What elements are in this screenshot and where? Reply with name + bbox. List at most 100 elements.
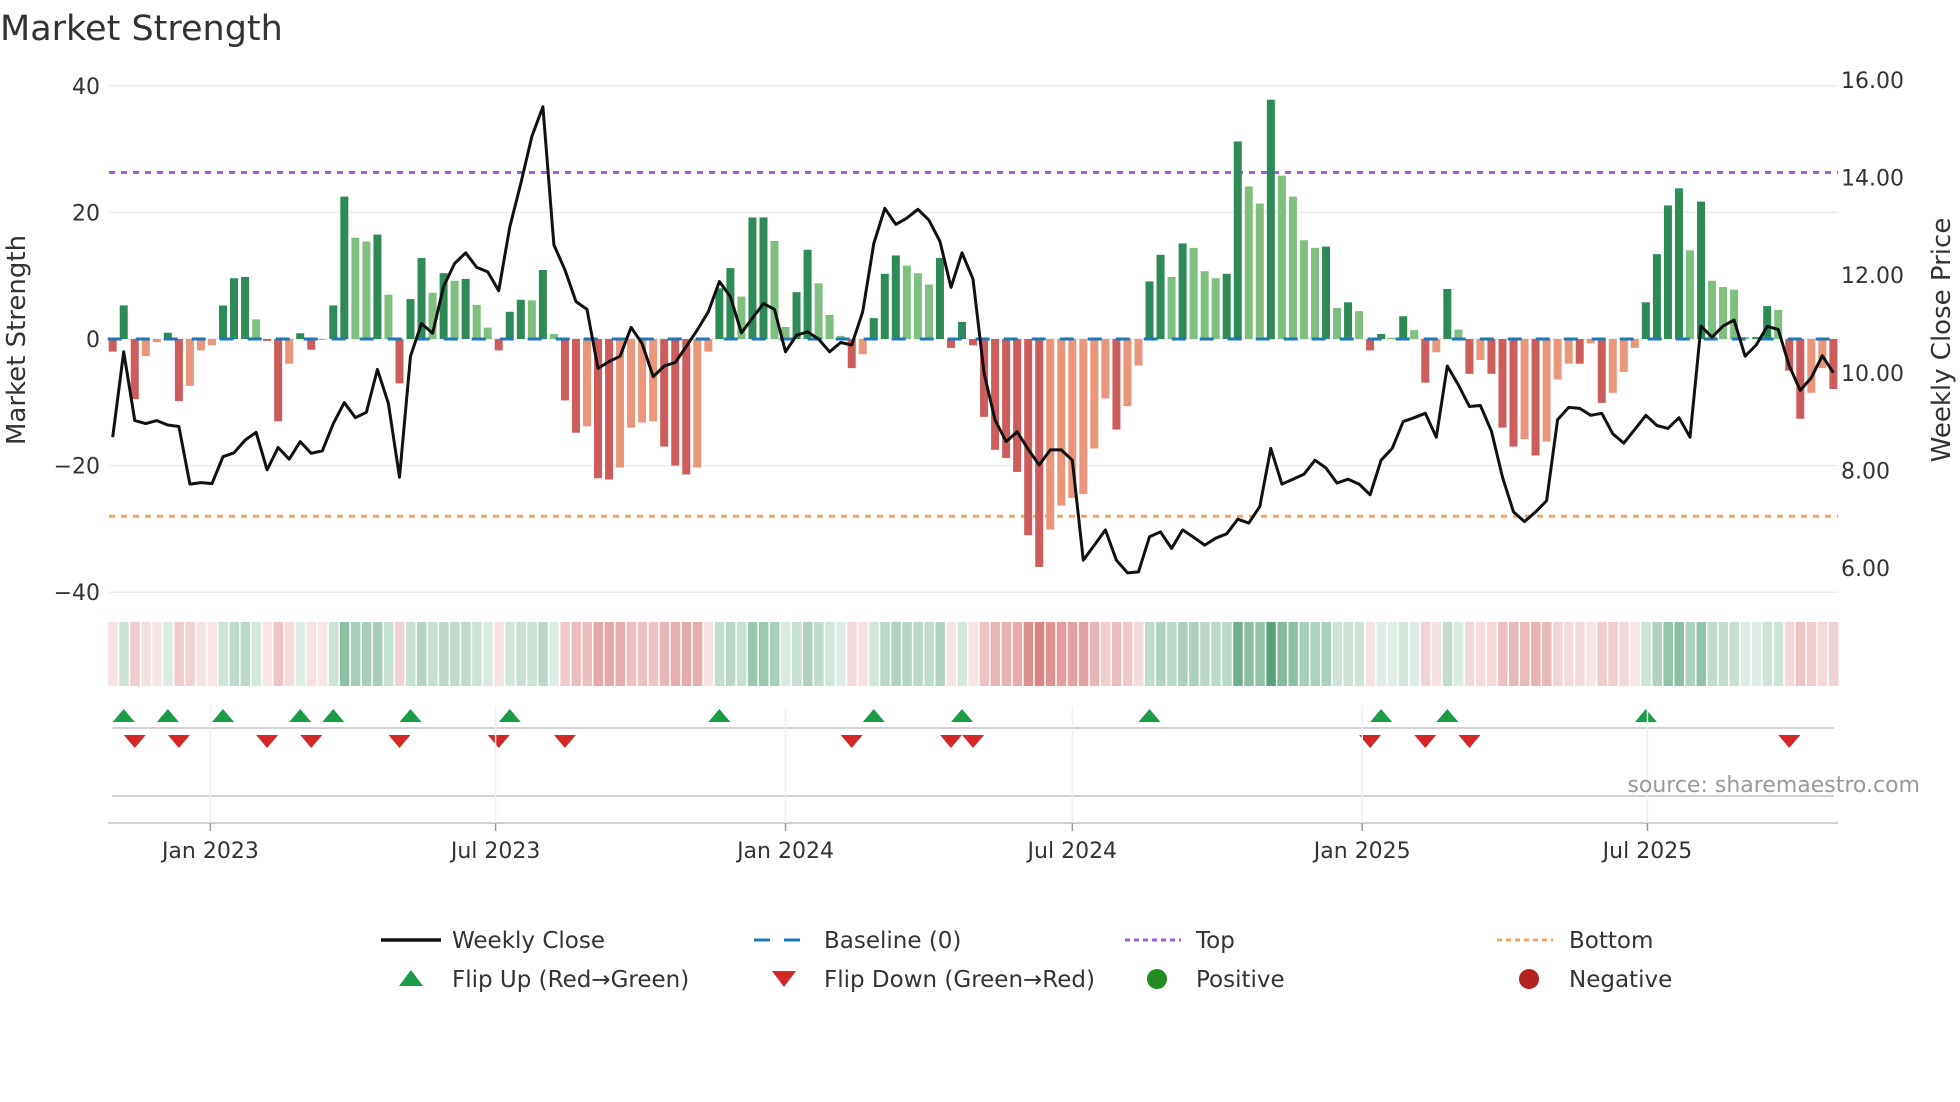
strength-bar	[1388, 337, 1397, 339]
heat-cell	[1707, 622, 1718, 686]
heat-cell	[1762, 622, 1773, 686]
heat-cell	[505, 622, 515, 686]
strength-bar	[825, 314, 834, 339]
strength-bar	[230, 278, 239, 339]
heat-cell	[1332, 622, 1343, 686]
heat-cell	[262, 622, 273, 686]
strength-bar	[1134, 339, 1143, 366]
heat-cell	[1122, 622, 1133, 686]
flip-down-marker	[939, 735, 962, 748]
heat-cell	[1156, 622, 1166, 686]
heat-cell	[1542, 622, 1552, 686]
strength-bar	[1719, 287, 1728, 339]
legend-label-baseline: Baseline (0)	[824, 928, 961, 954]
heat-cell	[1299, 622, 1309, 686]
heat-cell	[361, 622, 372, 686]
heat-cell	[637, 622, 648, 686]
flip-down-marker	[553, 735, 576, 748]
strength-bar	[1641, 302, 1650, 339]
heat-cell	[406, 622, 416, 686]
legend-label-top: Top	[1195, 928, 1235, 954]
strength-bar	[1046, 339, 1055, 530]
heat-cell	[163, 622, 173, 686]
heat-cell	[1255, 622, 1265, 686]
heat-cell	[924, 622, 934, 686]
strength-bar	[351, 237, 360, 339]
strength-bar	[1090, 339, 1099, 449]
strength-bar	[693, 339, 702, 468]
heat-cell	[1222, 622, 1232, 686]
heat-cell	[1520, 622, 1530, 686]
heat-cell	[1431, 622, 1442, 686]
flip-up-icon	[399, 970, 423, 986]
strength-bar	[1079, 339, 1088, 495]
legend-label-flip-up: Flip Up (Red→Green)	[452, 967, 689, 993]
strength-bar	[1509, 339, 1518, 447]
heat-cell	[770, 622, 780, 686]
strength-bar	[858, 339, 867, 355]
heat-cell	[847, 622, 857, 686]
heat-cell	[372, 622, 383, 686]
heat-cell	[527, 622, 537, 686]
strength-bar	[1476, 339, 1485, 360]
x-tick-label: Jul 2023	[449, 839, 541, 864]
strength-bar	[1697, 201, 1706, 339]
heat-cell	[1012, 622, 1023, 686]
heat-cell	[1387, 622, 1398, 686]
heat-cell	[1200, 622, 1210, 686]
heat-cell	[990, 622, 1001, 686]
flip-down-marker	[1414, 735, 1437, 748]
y2-tick-label: 14.00	[1841, 167, 1904, 192]
strength-bar	[119, 305, 128, 339]
strength-bar	[1443, 288, 1452, 339]
heat-cell	[1354, 622, 1365, 686]
strength-bar	[627, 339, 636, 428]
heat-cell	[439, 622, 449, 686]
heat-cell	[736, 622, 747, 686]
heat-cell	[803, 622, 813, 686]
heat-cell	[516, 622, 526, 686]
strength-bar	[759, 217, 768, 339]
strength-bar	[560, 339, 569, 401]
strength-bar	[152, 339, 161, 343]
heat-cell	[1597, 622, 1607, 686]
heat-cell	[913, 622, 923, 686]
x-axis: Jan 2023 Jul 2023 Jan 2024 Jul 2024 Jan 2025…	[108, 707, 1838, 864]
heat-cell	[1365, 622, 1376, 686]
heat-cell	[229, 622, 240, 686]
y2-tick-label: 10.00	[1841, 362, 1904, 387]
flip-up-marker	[708, 709, 731, 722]
heat-cell	[1343, 622, 1354, 686]
strength-bar	[185, 339, 194, 386]
strength-bar	[1553, 339, 1562, 380]
strength-bar	[1112, 339, 1121, 430]
strength-bar	[924, 284, 933, 339]
y2-tick-label: 8.00	[1841, 459, 1890, 484]
heat-cell	[979, 622, 990, 686]
strength-bar	[715, 288, 724, 339]
y-tick-label: −40	[54, 581, 100, 606]
heat-cell	[1189, 622, 1199, 686]
strength-bars	[107, 99, 1839, 567]
strength-bar	[130, 339, 139, 400]
heat-cell	[891, 622, 901, 686]
positive-dot-icon	[1147, 969, 1167, 989]
negative-dot-icon	[1519, 969, 1539, 989]
heat-cell	[725, 622, 736, 686]
strength-bar	[660, 339, 669, 447]
heat-cell	[108, 622, 118, 686]
strength-bar	[174, 339, 183, 402]
strength-bar	[1432, 339, 1441, 353]
legend-label-weekly-close: Weekly Close	[452, 928, 605, 954]
heat-cell	[317, 622, 328, 686]
flip-down-marker	[487, 735, 510, 748]
heat-cell	[681, 622, 692, 686]
strength-bar	[902, 265, 911, 339]
flip-down-marker	[388, 735, 411, 748]
strength-bar	[1597, 339, 1606, 403]
x-tick-label: Jul 2024	[1026, 839, 1118, 864]
heat-cell	[1586, 622, 1596, 686]
strength-bar	[649, 339, 658, 422]
heat-cell	[1674, 622, 1684, 686]
heat-cell	[935, 622, 945, 686]
